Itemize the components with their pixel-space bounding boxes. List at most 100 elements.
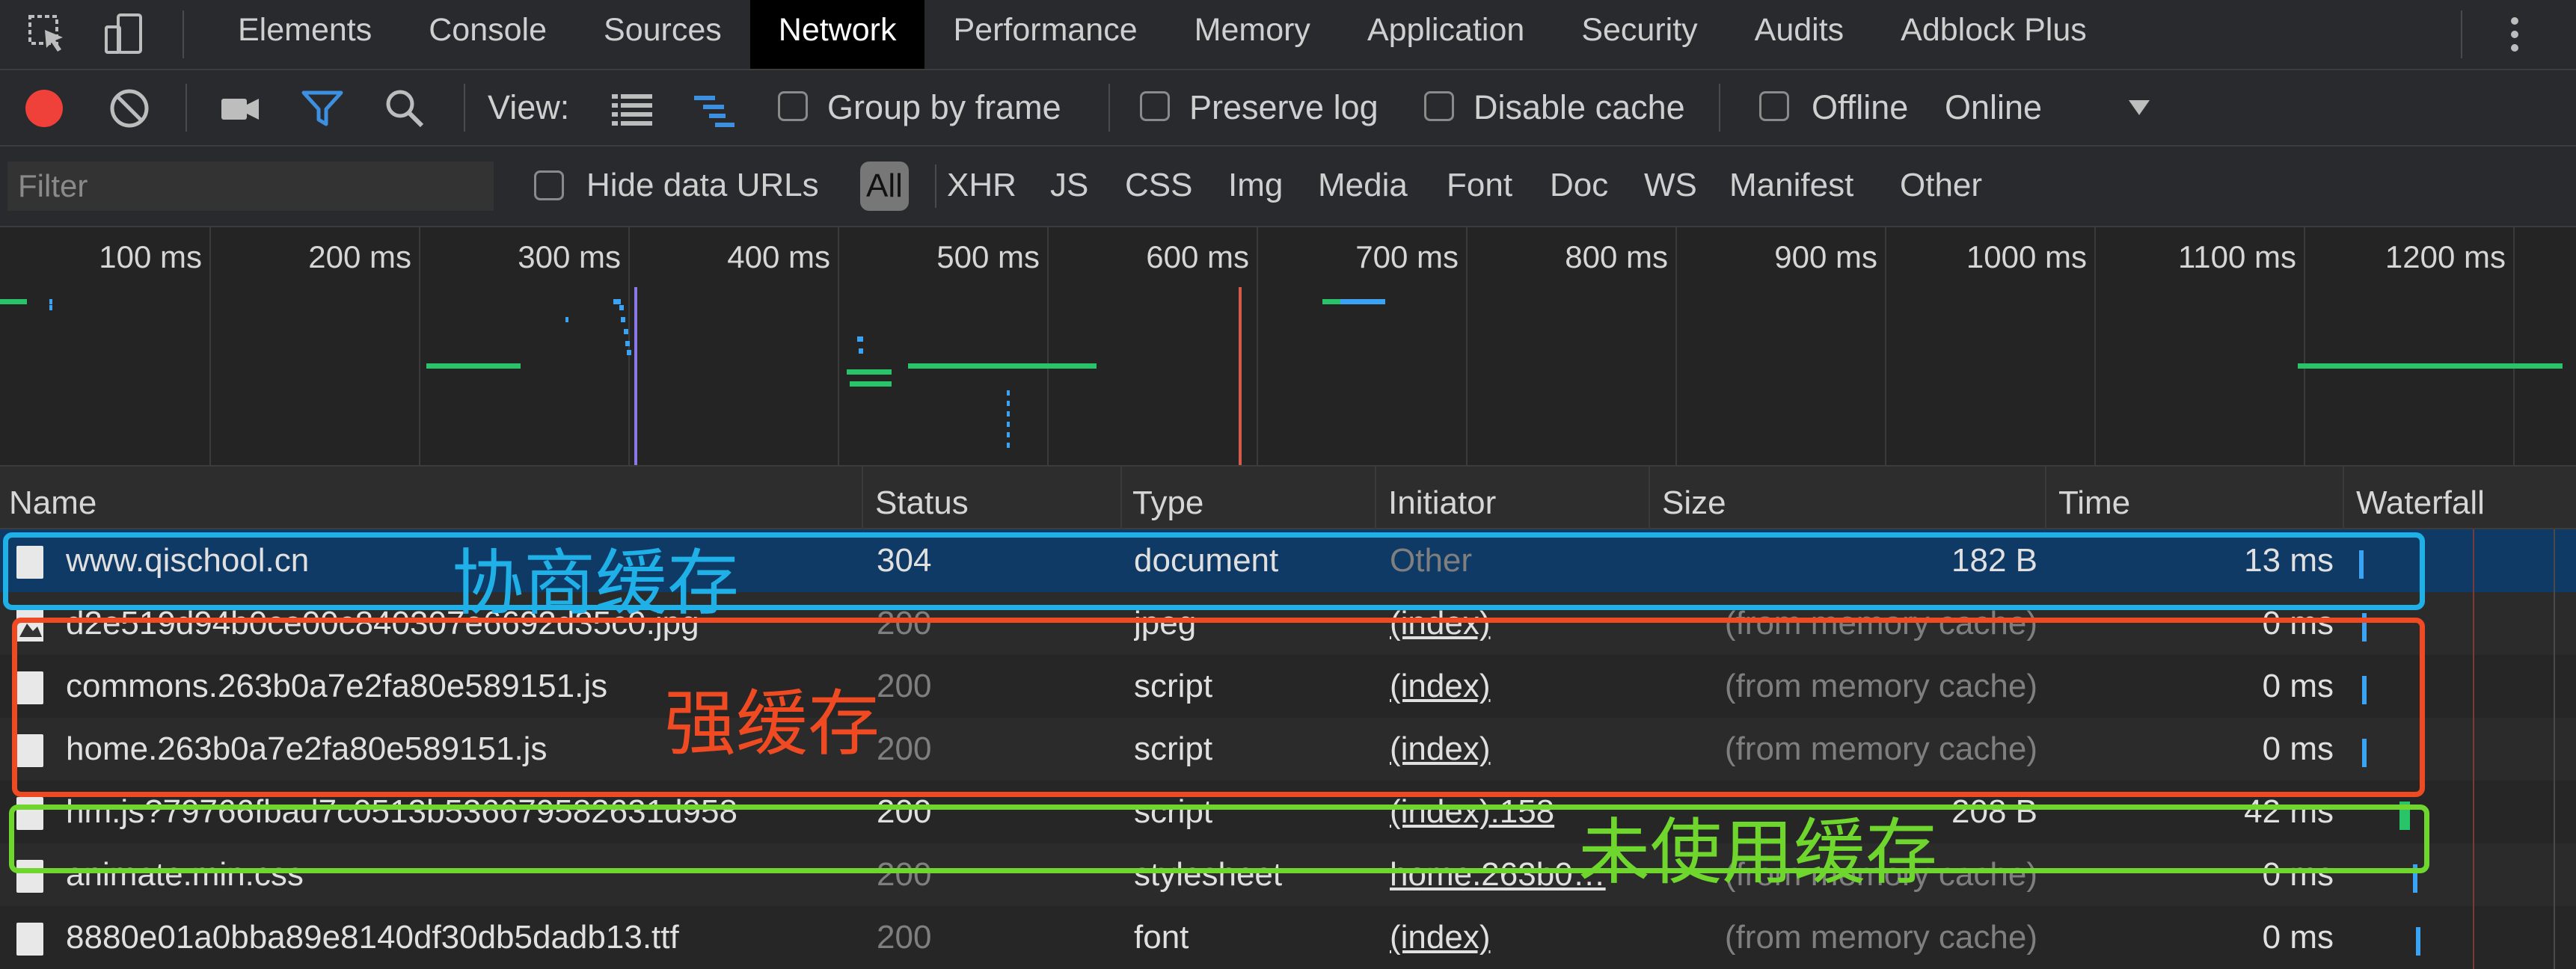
timeline-gridline: [2513, 227, 2515, 465]
group-by-frame-checkbox[interactable]: [778, 91, 808, 121]
overview-waterfall-icon[interactable]: [693, 87, 736, 130]
timeline-request-bar: [49, 305, 52, 310]
timeline-gridline: [1257, 227, 1258, 465]
annotation-box: [12, 618, 2425, 797]
tab-network[interactable]: Network: [749, 0, 925, 69]
annotation-label: 强缓存: [664, 682, 880, 766]
throttling-select[interactable]: Online: [1945, 88, 2042, 127]
network-overview-timeline[interactable]: 100 ms 200 ms 300 ms 400 ms 500 ms 600 ms 700 …: [0, 227, 2576, 467]
filter-type-xhr[interactable]: XHR: [947, 166, 1016, 205]
annotation-box: [3, 532, 2425, 610]
filter-type-manifest[interactable]: Manifest: [1729, 166, 1853, 205]
panel-tabs: Elements Console Sources Network Performance…: [209, 0, 2115, 69]
tab-security[interactable]: Security: [1553, 0, 1726, 69]
divider: [185, 84, 187, 132]
device-toolbar-icon[interactable]: [102, 12, 147, 57]
filter-input[interactable]: [7, 162, 494, 211]
timeline-request-bar: [908, 363, 1097, 369]
timeline-request-bar: [847, 369, 892, 375]
timeline-gridline: [2304, 227, 2305, 465]
waterfall-load-line: [2473, 529, 2474, 969]
search-icon[interactable]: [383, 87, 426, 130]
timeline-tick-label: 500 ms: [936, 239, 1040, 274]
filter-type-doc[interactable]: Doc: [1550, 166, 1608, 205]
inspect-element-icon[interactable]: [25, 12, 70, 57]
divider: [935, 164, 936, 208]
timeline-request-bar: [1007, 401, 1010, 406]
filter-type-ws[interactable]: WS: [1644, 166, 1697, 205]
filter-bar: Hide data URLs All XHR JS CSS Img Media Font Do…: [0, 147, 2576, 227]
offline-label: Offline: [1812, 88, 1909, 126]
divider: [2461, 10, 2462, 58]
hide-data-urls-label: Hide data URLs: [586, 167, 819, 203]
tab-adblock-plus[interactable]: Adblock Plus: [1872, 0, 2115, 69]
timeline-gridline: [1885, 227, 1886, 465]
filter-type-font[interactable]: Font: [1447, 166, 1512, 205]
filter-type-img[interactable]: Img: [1228, 166, 1283, 205]
preserve-log-checkbox[interactable]: [1140, 91, 1170, 121]
timeline-gridline: [2094, 227, 2096, 465]
column-header-time[interactable]: Time: [2058, 485, 2130, 522]
timeline-request-bar: [627, 350, 631, 355]
column-header-status[interactable]: Status: [875, 485, 969, 522]
timeline-gridline: [628, 227, 630, 465]
more-options-icon[interactable]: [2492, 12, 2537, 57]
timeline-request-bar: [625, 341, 630, 346]
timeline-request-bar: [1007, 411, 1010, 416]
tab-elements[interactable]: Elements: [209, 0, 400, 69]
timeline-tick-label: 200 ms: [308, 239, 411, 274]
filter-type-media[interactable]: Media: [1318, 166, 1408, 205]
chevron-down-icon[interactable]: [2124, 93, 2154, 123]
clear-icon[interactable]: [108, 87, 151, 130]
disable-cache-label: Disable cache: [1473, 88, 1685, 126]
column-header-initiator[interactable]: Initiator: [1388, 485, 1496, 522]
offline-checkbox[interactable]: [1759, 91, 1789, 121]
column-header-type[interactable]: Type: [1132, 485, 1203, 522]
requests-table-header: Name Status Type Initiator Size Time Waterfall: [0, 467, 2576, 529]
screenshot-camera-icon[interactable]: [218, 87, 262, 130]
filter-type-css[interactable]: CSS: [1125, 166, 1192, 205]
timeline-tick-label: 1200 ms: [2385, 239, 2506, 274]
timeline-request-bar: [619, 305, 624, 310]
timeline-tick-label: 700 ms: [1355, 239, 1459, 274]
timeline-tick-label: 1000 ms: [1966, 239, 2087, 274]
dom-content-loaded-line: [634, 287, 637, 465]
timeline-gridline: [838, 227, 839, 465]
disable-cache-checkbox[interactable]: [1424, 91, 1454, 121]
tab-performance[interactable]: Performance: [924, 0, 1165, 69]
column-header-size[interactable]: Size: [1662, 485, 1726, 522]
timeline-request-bar: [49, 299, 52, 304]
record-icon[interactable]: [22, 87, 66, 130]
initiator-cell[interactable]: (index): [1390, 906, 1644, 969]
tab-application[interactable]: Application: [1339, 0, 1553, 69]
tab-sources[interactable]: Sources: [575, 0, 750, 69]
tab-memory[interactable]: Memory: [1166, 0, 1339, 69]
table-row[interactable]: 8880e01a0bba89e8140df30db5dadb13.ttf 200 f…: [0, 906, 2576, 969]
filter-type-all[interactable]: All: [860, 162, 909, 211]
timeline-request-bar: [1322, 299, 1340, 304]
timeline-tick-label: 600 ms: [1146, 239, 1249, 274]
filter-type-js[interactable]: JS: [1050, 166, 1088, 205]
annotation-box: [9, 805, 2429, 873]
tab-console[interactable]: Console: [400, 0, 575, 69]
large-rows-icon[interactable]: [610, 87, 654, 130]
column-header-name[interactable]: Name: [9, 485, 96, 522]
timeline-request-bar: [859, 348, 863, 354]
timeline-request-bar: [621, 317, 625, 322]
timeline-gridline: [1466, 227, 1468, 465]
tab-audits[interactable]: Audits: [1726, 0, 1873, 69]
waterfall-bar: [2416, 927, 2420, 956]
column-header-waterfall[interactable]: Waterfall: [2356, 485, 2485, 522]
timeline-request-bar: [857, 336, 863, 342]
filter-type-other[interactable]: Other: [1900, 166, 1982, 205]
timeline-request-bar: [565, 317, 568, 322]
timeline-gridline: [419, 227, 420, 465]
timeline-request-bar: [850, 381, 892, 387]
divider: [1719, 84, 1720, 132]
hide-data-urls-checkbox[interactable]: [534, 170, 564, 200]
status-cell: 200: [877, 919, 932, 956]
group-by-frame-label: Group by frame: [827, 88, 1061, 126]
waterfall-grid-line: [2554, 529, 2555, 969]
filter-icon[interactable]: [301, 87, 344, 130]
annotation-label: 协商缓存: [452, 541, 739, 625]
